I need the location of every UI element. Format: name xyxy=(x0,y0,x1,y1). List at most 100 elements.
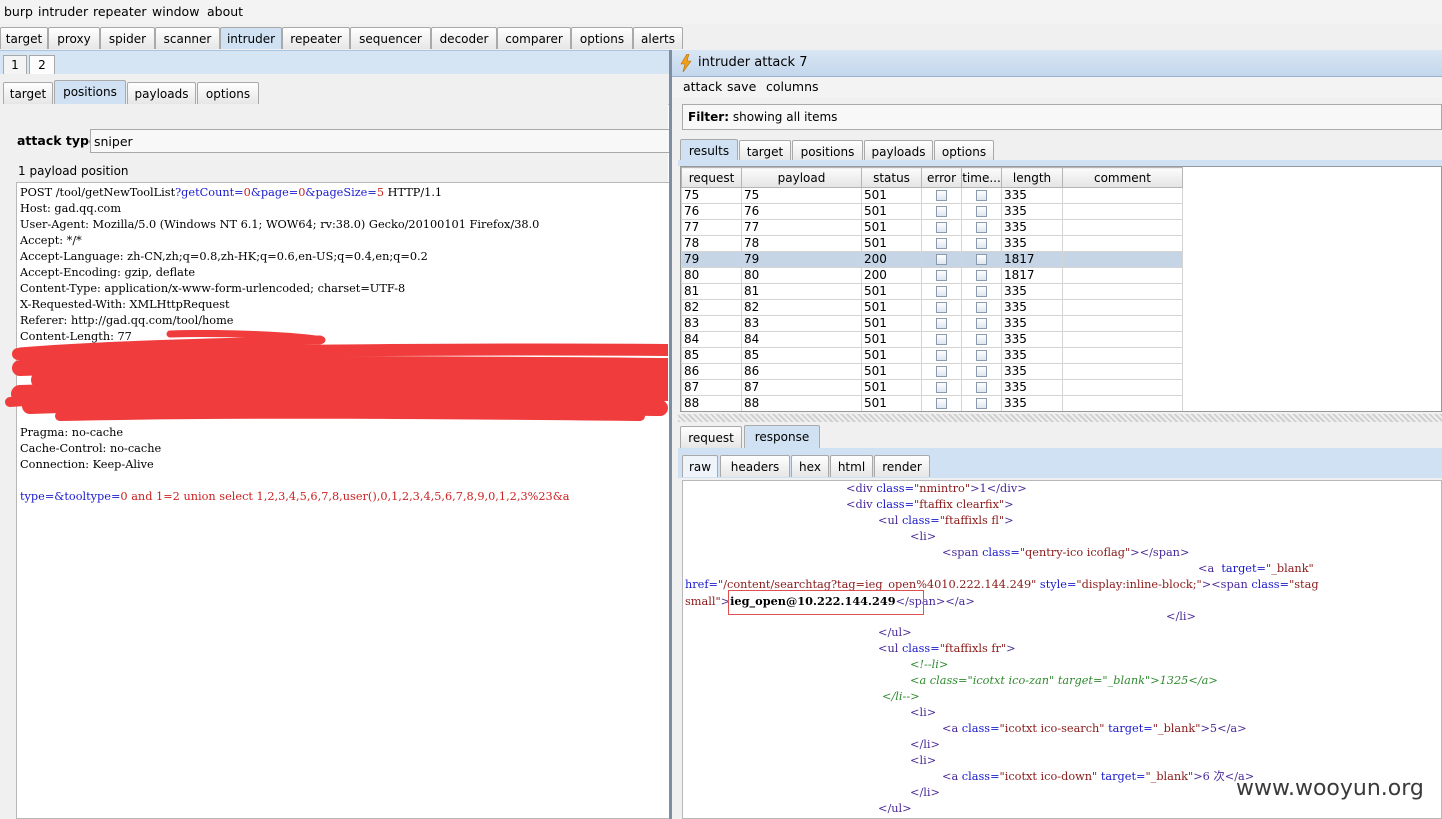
cell-timeout xyxy=(961,283,1002,300)
tab-proxy[interactable]: proxy xyxy=(48,27,100,49)
cell-request: 87 xyxy=(681,379,742,396)
cell-error xyxy=(921,283,962,300)
col-request[interactable]: request xyxy=(681,167,742,188)
lightning-icon xyxy=(680,54,692,72)
cell-comment xyxy=(1062,187,1183,204)
cell-length: 335 xyxy=(1001,395,1063,411)
cell-length: 335 xyxy=(1001,235,1063,252)
tab-scanner[interactable]: scanner xyxy=(155,27,220,49)
tab-attack-payloads[interactable]: payloads xyxy=(864,140,933,162)
cell-error xyxy=(921,299,962,316)
menu-save[interactable]: save xyxy=(727,79,756,94)
tab-headers[interactable]: headers xyxy=(720,455,790,477)
col-length[interactable]: length xyxy=(1001,167,1063,188)
col-timeout[interactable]: time... xyxy=(961,167,1002,188)
result-row[interactable]: 85 85 501 335 xyxy=(681,347,1183,364)
tab-options[interactable]: options xyxy=(571,27,633,49)
cell-status: 200 xyxy=(861,251,922,268)
filter-bar[interactable]: Filter: showing all items xyxy=(682,104,1442,130)
menu-intruder[interactable]: intruder xyxy=(38,4,88,19)
cell-comment xyxy=(1062,379,1183,396)
menu-repeater[interactable]: repeater xyxy=(93,4,147,19)
col-comment[interactable]: comment xyxy=(1062,167,1183,188)
cell-request: 80 xyxy=(681,267,742,284)
cell-length: 1817 xyxy=(1001,251,1063,268)
tab-html[interactable]: html xyxy=(830,455,873,477)
tab-alerts[interactable]: alerts xyxy=(633,27,683,49)
attack-window-titlebar[interactable]: intruder attack 7 xyxy=(672,50,1442,77)
cell-comment xyxy=(1062,203,1183,220)
resp-line-li-close-3: </li> xyxy=(910,786,940,799)
response-editor[interactable]: <div class="nmintro">1</div> <div class=… xyxy=(682,480,1442,819)
resp-line-li-close-2: </li> xyxy=(910,738,940,751)
subtab-positions[interactable]: positions xyxy=(54,80,126,104)
cell-error xyxy=(921,315,962,332)
result-row[interactable]: 82 82 501 335 xyxy=(681,299,1183,316)
tab-intruder[interactable]: intruder xyxy=(220,27,282,49)
filter-value: showing all items xyxy=(732,110,838,124)
result-row[interactable]: 77 77 501 335 xyxy=(681,219,1183,236)
request-editor[interactable]: POST /tool/getNewToolList?getCount=0&pag… xyxy=(16,182,670,819)
attack-tab-1[interactable]: 1 xyxy=(3,55,27,74)
result-row[interactable]: 79 79 200 1817 xyxy=(681,251,1183,268)
tab-response[interactable]: response xyxy=(744,425,820,448)
result-row[interactable]: 80 80 200 1817 xyxy=(681,267,1183,284)
cell-request: 81 xyxy=(681,283,742,300)
tab-attack-positions[interactable]: positions xyxy=(792,140,863,162)
watermark: www.wooyun.org xyxy=(1236,776,1424,801)
tab-hex[interactable]: hex xyxy=(791,455,829,477)
cell-timeout xyxy=(961,331,1002,348)
menu-window[interactable]: window xyxy=(152,4,199,19)
cell-request: 84 xyxy=(681,331,742,348)
tab-spider[interactable]: spider xyxy=(100,27,155,49)
cell-error xyxy=(921,363,962,380)
timeout-checkbox xyxy=(976,286,987,297)
result-row[interactable]: 76 76 501 335 xyxy=(681,203,1183,220)
tab-comparer[interactable]: comparer xyxy=(497,27,571,49)
tab-decoder[interactable]: decoder xyxy=(431,27,497,49)
split-pane-divider[interactable] xyxy=(678,414,1442,422)
timeout-checkbox xyxy=(976,366,987,377)
tab-sequencer[interactable]: sequencer xyxy=(350,27,431,49)
menu-columns[interactable]: columns xyxy=(766,79,819,94)
tab-request[interactable]: request xyxy=(680,426,742,448)
result-row[interactable]: 84 84 501 335 xyxy=(681,331,1183,348)
result-row[interactable]: 88 88 501 335 xyxy=(681,395,1183,411)
col-status[interactable]: status xyxy=(861,167,922,188)
attack-type-select[interactable]: sniper xyxy=(90,129,670,153)
cell-payload: 85 xyxy=(741,347,862,364)
cell-timeout xyxy=(961,299,1002,316)
tab-raw[interactable]: raw xyxy=(682,455,718,477)
results-table-container[interactable]: request payload status error time... len… xyxy=(680,166,1442,412)
error-checkbox xyxy=(936,382,947,393)
cell-length: 335 xyxy=(1001,331,1063,348)
attack-window-menu: attack save columns xyxy=(672,77,1442,98)
cell-error xyxy=(921,395,962,411)
menu-about[interactable]: about xyxy=(207,4,243,19)
col-payload[interactable]: payload xyxy=(741,167,862,188)
subtab-target[interactable]: target xyxy=(3,82,53,104)
subtab-options[interactable]: options xyxy=(197,82,259,104)
error-checkbox xyxy=(936,334,947,345)
result-row[interactable]: 78 78 501 335 xyxy=(681,235,1183,252)
result-row[interactable]: 75 75 501 335 xyxy=(681,187,1183,204)
menu-attack[interactable]: attack xyxy=(683,79,722,94)
result-row[interactable]: 81 81 501 335 xyxy=(681,283,1183,300)
cell-error xyxy=(921,219,962,236)
subtab-payloads[interactable]: payloads xyxy=(127,82,196,104)
request-response-tab-bar: request response xyxy=(672,422,1442,448)
result-row[interactable]: 86 86 501 335 xyxy=(681,363,1183,380)
tab-render[interactable]: render xyxy=(874,455,930,477)
tab-repeater[interactable]: repeater xyxy=(282,27,350,49)
cell-payload: 81 xyxy=(741,283,862,300)
tab-attack-target[interactable]: target xyxy=(739,140,791,162)
col-error[interactable]: error xyxy=(921,167,962,188)
result-row[interactable]: 87 87 501 335 xyxy=(681,379,1183,396)
result-row[interactable]: 83 83 501 335 xyxy=(681,315,1183,332)
menu-burp[interactable]: burp xyxy=(4,4,33,19)
tab-attack-options[interactable]: options xyxy=(934,140,994,162)
cell-payload: 86 xyxy=(741,363,862,380)
attack-tab-2[interactable]: 2 xyxy=(29,55,55,74)
tab-target[interactable]: target xyxy=(0,27,48,49)
tab-results[interactable]: results xyxy=(680,139,738,161)
